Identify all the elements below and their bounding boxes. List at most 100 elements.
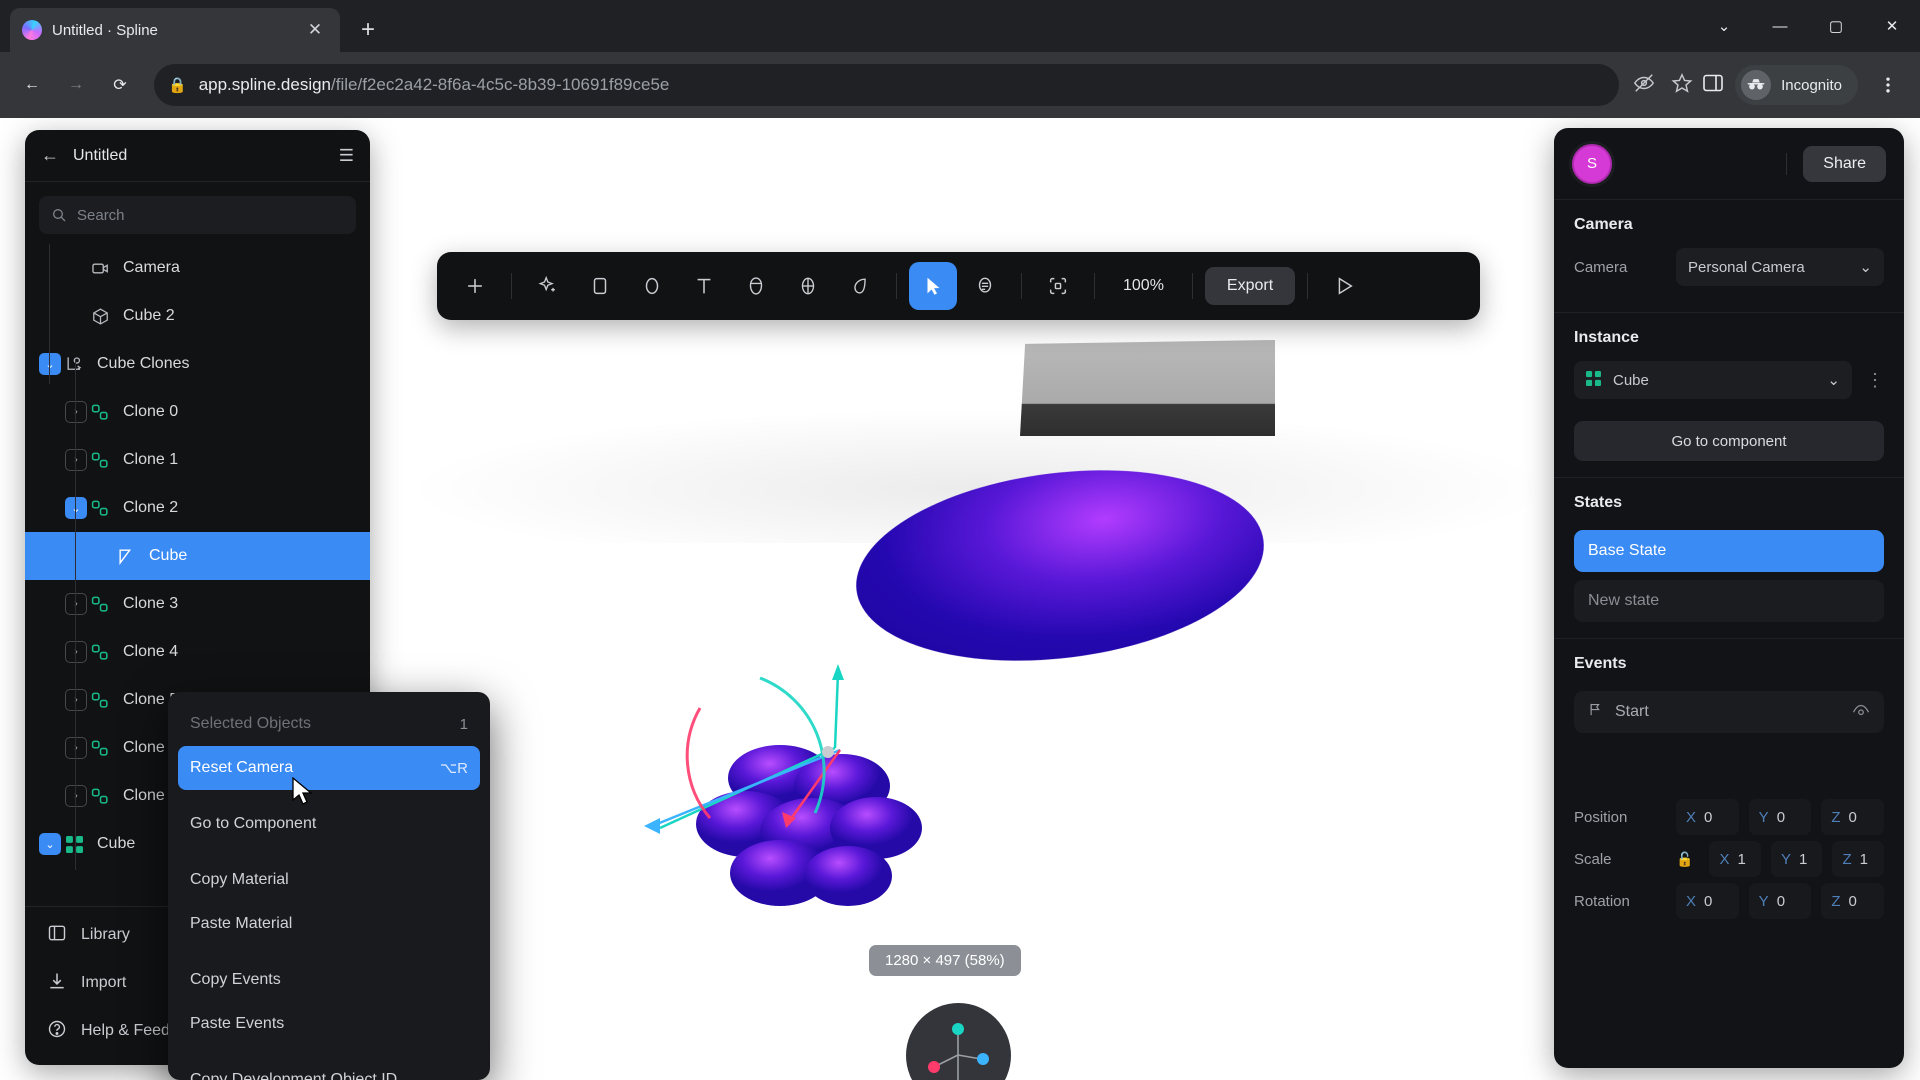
context-menu-item-label: Go to Component xyxy=(190,815,317,832)
event-start-row[interactable]: Start xyxy=(1574,691,1884,733)
tree-item-label: Clone 0 xyxy=(123,403,179,420)
incognito-badge[interactable]: Incognito xyxy=(1735,65,1858,105)
tree-item-label: Cube xyxy=(97,835,136,852)
twisty-open-icon[interactable]: ⌄ xyxy=(65,497,87,519)
axis-orientation-gizmo[interactable] xyxy=(906,1003,1011,1080)
rectangle-icon[interactable] xyxy=(576,262,624,310)
bookmark-star-icon[interactable] xyxy=(1671,72,1693,99)
context-menu-item-copy-events[interactable]: Copy Events xyxy=(178,958,480,1002)
instance-more-icon[interactable]: ⋮ xyxy=(1866,370,1884,391)
chevron-down-icon[interactable]: ⌄ xyxy=(1696,0,1752,52)
axis-value-z: 0 xyxy=(1848,892,1857,910)
context-menu-header-label: Selected Objects xyxy=(190,715,311,732)
grey-slab-object[interactable] xyxy=(1020,340,1275,436)
transform-position-y[interactable]: Y0 xyxy=(1748,799,1812,835)
transform-position-x[interactable]: X0 xyxy=(1676,799,1739,835)
context-menu-item-go-to-component[interactable]: Go to Component xyxy=(178,802,480,846)
project-title[interactable]: Untitled xyxy=(73,147,325,165)
state-new[interactable]: New state xyxy=(1574,580,1884,622)
panel-nav-label: Import xyxy=(81,974,127,991)
export-button[interactable]: Export xyxy=(1204,267,1296,305)
tree-item-clone-3[interactable]: › Clone 3 xyxy=(25,580,370,628)
maximize-button[interactable]: ▢ xyxy=(1808,0,1864,52)
back-arrow-icon[interactable]: ← xyxy=(41,145,59,166)
tree-item-camera[interactable]: Camera xyxy=(25,244,370,292)
instance-value: Cube xyxy=(1613,371,1649,389)
transform-scale-y[interactable]: Y1 xyxy=(1770,841,1823,877)
transform-position-z[interactable]: Z0 xyxy=(1821,799,1885,835)
transform-scale-z[interactable]: Z1 xyxy=(1832,841,1884,877)
tree-item-label: Cube xyxy=(149,547,188,564)
instance-select[interactable]: Cube ⌄ xyxy=(1574,361,1852,399)
context-menu-item-copy-material[interactable]: Copy Material xyxy=(178,858,480,902)
context-menu-item-reset-camera[interactable]: Reset Camera ⌥R xyxy=(178,746,480,790)
close-icon[interactable]: ✕ xyxy=(302,17,328,43)
twisty-closed-icon[interactable]: › xyxy=(65,593,87,615)
shape-tag-icon[interactable] xyxy=(836,262,884,310)
frame-icon[interactable] xyxy=(1034,262,1082,310)
reload-icon[interactable]: ⟳ xyxy=(100,65,140,105)
search-input[interactable]: Search xyxy=(39,196,356,234)
avatar[interactable]: S xyxy=(1572,143,1612,184)
tree-item-cube[interactable]: Cube xyxy=(25,532,370,580)
minimize-button[interactable]: — xyxy=(1752,0,1808,52)
sphere-icon[interactable] xyxy=(784,262,832,310)
cursor-select-icon[interactable] xyxy=(909,262,957,310)
go-to-component-button[interactable]: Go to component xyxy=(1574,421,1884,461)
axis-value-x: 1 xyxy=(1737,850,1746,868)
transform-rotation-y[interactable]: Y0 xyxy=(1748,883,1812,919)
new-tab-button[interactable]: + xyxy=(350,12,386,48)
divider xyxy=(896,273,897,299)
axis-label-x: X xyxy=(1719,850,1730,868)
forward-icon[interactable]: → xyxy=(56,65,96,105)
twisty-closed-icon[interactable]: › xyxy=(65,449,87,471)
lock-open-icon[interactable]: 🔓 xyxy=(1676,851,1693,868)
twisty-closed-icon[interactable]: › xyxy=(65,689,87,711)
transform-rotation-x[interactable]: X0 xyxy=(1676,883,1739,919)
shape-icon xyxy=(113,547,139,566)
tree-item-cube-2[interactable]: Cube 2 xyxy=(25,292,370,340)
divider xyxy=(1094,273,1095,299)
transform-rotation-z[interactable]: Z0 xyxy=(1821,883,1885,919)
transform-scale-x[interactable]: X1 xyxy=(1709,841,1761,877)
text-icon[interactable] xyxy=(680,262,728,310)
hamburger-menu-icon[interactable]: ☰ xyxy=(339,146,354,166)
ellipse-icon[interactable] xyxy=(628,262,676,310)
camera-select[interactable]: Personal Camera ⌄ xyxy=(1676,248,1884,286)
incognito-label: Incognito xyxy=(1781,76,1842,94)
tree-item-clone-0[interactable]: › Clone 0 xyxy=(25,388,370,436)
twisty-closed-icon[interactable]: › xyxy=(65,641,87,663)
share-button[interactable]: Share xyxy=(1803,145,1886,182)
state-base[interactable]: Base State xyxy=(1574,530,1884,572)
window-close-button[interactable]: ✕ xyxy=(1864,0,1920,52)
browser-tab[interactable]: Untitled · Spline ✕ xyxy=(10,8,340,52)
zoom-level[interactable]: 100% xyxy=(1107,277,1180,295)
no-tracking-icon[interactable] xyxy=(1633,72,1655,99)
back-icon[interactable]: ← xyxy=(12,65,52,105)
play-button[interactable] xyxy=(1320,262,1368,310)
context-menu-item-paste-events[interactable]: Paste Events xyxy=(178,1002,480,1046)
axis-value-x: 0 xyxy=(1704,808,1713,826)
twisty-closed-icon[interactable]: › xyxy=(65,785,87,807)
context-menu-item-copy-development-object-id[interactable]: Copy Development Object ID xyxy=(178,1058,480,1080)
magic-ai-icon[interactable] xyxy=(524,262,572,310)
side-panel-icon[interactable] xyxy=(1701,71,1725,100)
visibility-icon[interactable] xyxy=(1852,703,1870,722)
tree-item-clone-4[interactable]: › Clone 4 xyxy=(25,628,370,676)
context-menu-item-paste-material[interactable]: Paste Material xyxy=(178,902,480,946)
cube-3d-icon[interactable] xyxy=(732,262,780,310)
search-placeholder: Search xyxy=(77,206,125,224)
twisty-open-icon[interactable]: ⌄ xyxy=(39,353,61,375)
comment-icon[interactable] xyxy=(961,262,1009,310)
chrome-menu-icon[interactable] xyxy=(1868,65,1908,105)
transform-gizmo[interactable] xyxy=(640,648,930,898)
twisty-closed-icon[interactable]: › xyxy=(65,401,87,423)
flag-icon xyxy=(1588,702,1603,722)
tree-item-cube-clones[interactable]: ⌄ Cube Clones xyxy=(25,340,370,388)
twisty-open-icon[interactable]: ⌄ xyxy=(39,833,61,855)
address-bar[interactable]: 🔒 app.spline.design/file/f2ec2a42-8f6a-4… xyxy=(154,64,1620,106)
add-icon[interactable] xyxy=(451,262,499,310)
twisty-closed-icon[interactable]: › xyxy=(65,737,87,759)
tree-item-clone-2[interactable]: ⌄ Clone 2 xyxy=(25,484,370,532)
tree-item-clone-1[interactable]: › Clone 1 xyxy=(25,436,370,484)
